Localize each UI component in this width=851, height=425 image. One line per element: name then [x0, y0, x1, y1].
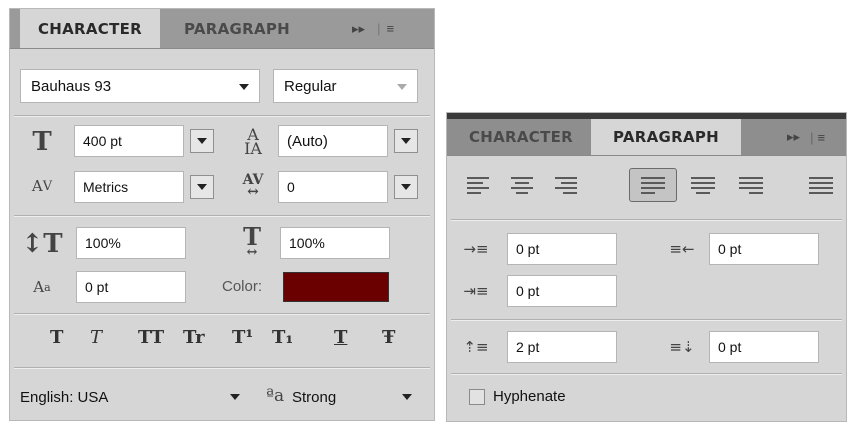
font-family-select[interactable]: Bauhaus 93	[20, 69, 260, 103]
panel-tools: ▸▸ | ≡	[352, 20, 395, 37]
justify-right-icon[interactable]	[739, 175, 763, 195]
hyphenate-checkbox[interactable]	[469, 389, 485, 405]
section-divider	[14, 367, 430, 368]
indent-left-value: 0 pt	[516, 241, 540, 257]
horizontal-scale-value: 100%	[289, 235, 325, 251]
baseline-shift-icon: Aa	[33, 278, 51, 296]
color-label: Color:	[222, 278, 263, 295]
space-before-value: 2 pt	[516, 339, 540, 355]
kerning-dropdown[interactable]	[190, 175, 214, 199]
kerning-value: Metrics	[83, 179, 129, 195]
chevron-down-icon	[197, 184, 207, 190]
align-left-icon[interactable]	[467, 175, 491, 195]
leading-icon: A IA	[244, 125, 262, 158]
font-family-value: Bauhaus 93	[31, 77, 112, 95]
leading-value: (Auto)	[287, 132, 328, 150]
panel-menu-icon[interactable]: ≡	[817, 130, 825, 145]
font-style-select[interactable]: Regular	[273, 69, 418, 103]
space-after-icon: ≡⇣	[669, 338, 695, 356]
vertical-scale-icon: ↕T	[21, 229, 63, 259]
indent-first-line-icon: ⇥≡	[463, 282, 489, 300]
strikethrough-button[interactable]: Ŧ	[382, 327, 395, 348]
forward-icon[interactable]: ▸▸	[352, 21, 365, 37]
justify-left-icon	[641, 175, 665, 195]
forward-icon[interactable]: ▸▸	[787, 129, 800, 145]
indent-right-value: 0 pt	[718, 241, 742, 257]
chevron-down-icon	[401, 184, 411, 190]
color-swatch[interactable]	[283, 272, 389, 302]
antialias-icon: ªa	[265, 386, 285, 406]
subscript-button[interactable]: T₁	[272, 327, 293, 348]
faux-bold-button[interactable]: T	[50, 327, 63, 348]
section-divider	[14, 215, 430, 216]
leading-field[interactable]: (Auto)	[278, 125, 388, 157]
indent-right-icon: ≡←	[669, 240, 695, 258]
space-before-field[interactable]: 2 pt	[507, 331, 617, 363]
space-before-icon: ⇡≡	[463, 338, 489, 356]
chevron-down-icon	[239, 84, 249, 90]
horizontal-scale-field[interactable]: 100%	[280, 227, 390, 259]
justify-center-icon[interactable]	[691, 175, 715, 195]
align-right-icon[interactable]	[555, 175, 579, 195]
chevron-down-icon	[401, 138, 411, 144]
character-panel: CHARACTER PARAGRAPH ▸▸ | ≡ Bauhaus 93 Re…	[9, 8, 435, 421]
baseline-shift-value: 0 pt	[85, 279, 109, 295]
section-divider	[14, 115, 430, 116]
tracking-value: 0	[287, 179, 295, 195]
kerning-field[interactable]: Metrics	[74, 171, 184, 203]
indent-right-field[interactable]: 0 pt	[709, 233, 819, 265]
align-center-icon[interactable]	[511, 175, 535, 195]
vertical-scale-value: 100%	[85, 235, 121, 251]
panel-tools: ▸▸ | ≡	[787, 129, 826, 145]
indent-left-field[interactable]: 0 pt	[507, 233, 617, 265]
tab-paragraph[interactable]: PARAGRAPH	[162, 9, 312, 48]
font-size-dropdown[interactable]	[190, 129, 214, 153]
language-select[interactable]: English: USA	[20, 381, 252, 413]
chevron-down-icon	[402, 394, 412, 400]
vertical-scale-field[interactable]: 100%	[76, 227, 186, 259]
chevron-down-icon	[397, 84, 407, 90]
section-divider	[451, 219, 842, 220]
space-after-value: 0 pt	[718, 339, 742, 355]
font-size-icon: T	[32, 127, 52, 157]
justify-left-button[interactable]	[629, 168, 677, 202]
indent-first-line-field[interactable]: 0 pt	[507, 275, 617, 307]
antialias-value: Strong	[292, 388, 337, 406]
section-divider	[14, 313, 430, 314]
underline-button[interactable]: T	[334, 327, 347, 348]
chevron-down-icon	[230, 394, 240, 400]
baseline-shift-field[interactable]: 0 pt	[76, 271, 186, 303]
superscript-button[interactable]: T¹	[232, 327, 253, 348]
justify-all-icon[interactable]	[809, 175, 833, 195]
chevron-down-icon	[197, 138, 207, 144]
faux-italic-button[interactable]: T	[90, 327, 102, 348]
kerning-icon: AV	[31, 177, 53, 195]
character-tab-bar: CHARACTER PARAGRAPH ▸▸ | ≡	[10, 9, 434, 49]
indent-first-line-value: 0 pt	[516, 283, 540, 299]
space-after-field[interactable]: 0 pt	[709, 331, 819, 363]
antialias-select[interactable]: Strong	[292, 381, 418, 413]
small-caps-button[interactable]: Tr	[183, 327, 205, 348]
paragraph-panel: CHARACTER PARAGRAPH ▸▸ | ≡ →≡ 0 pt ≡← 0 …	[446, 112, 847, 422]
section-divider	[451, 373, 842, 374]
tracking-icon: AV ↔	[242, 172, 264, 200]
language-value: English: USA	[20, 388, 109, 406]
tab-paragraph[interactable]: PARAGRAPH	[591, 119, 741, 155]
tab-character[interactable]: CHARACTER	[453, 119, 589, 155]
tab-character[interactable]: CHARACTER	[20, 9, 160, 48]
font-size-value: 400 pt	[83, 133, 122, 149]
tracking-field[interactable]: 0	[278, 171, 388, 203]
indent-left-icon: →≡	[463, 240, 489, 258]
horizontal-scale-icon: T ↔	[243, 222, 261, 260]
font-size-field[interactable]: 400 pt	[74, 125, 184, 157]
tracking-dropdown[interactable]	[394, 175, 418, 199]
leading-dropdown[interactable]	[394, 129, 418, 153]
all-caps-button[interactable]: TT	[138, 327, 164, 348]
paragraph-tab-bar: CHARACTER PARAGRAPH ▸▸ | ≡	[447, 113, 846, 156]
hyphenate-label: Hyphenate	[493, 388, 566, 405]
section-divider	[451, 319, 842, 320]
panel-menu-icon[interactable]: ≡	[386, 21, 394, 36]
font-style-value: Regular	[284, 77, 337, 95]
